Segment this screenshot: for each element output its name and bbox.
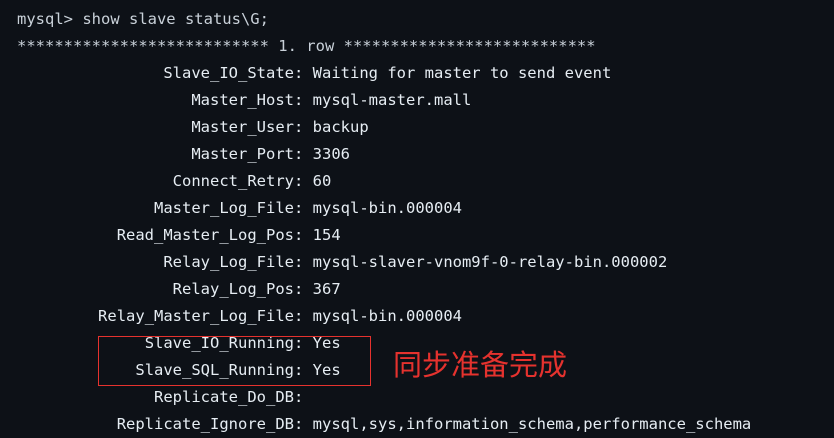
status-key: Read_Master_Log_Pos	[116, 226, 294, 244]
status-row-read-master-log-pos: Read_Master_Log_Pos: 154	[17, 222, 834, 249]
separator: :	[294, 388, 313, 406]
status-key: Slave_IO_State	[163, 64, 294, 82]
status-row-slave-io-state: Slave_IO_State: Waiting for master to se…	[17, 60, 834, 87]
status-key: Master_Host	[191, 91, 294, 109]
sync-ready-annotation: 同步准备完成	[393, 348, 568, 382]
status-row-relay-log-file: Relay_Log_File: mysql-slaver-vnom9f-0-re…	[17, 249, 834, 276]
status-row-replicate-ignore-db: Replicate_Ignore_DB: mysql,sys,informati…	[17, 411, 834, 438]
status-key: Replicate_Do_DB	[154, 388, 294, 406]
status-value: 367	[312, 280, 341, 298]
status-row-master-user: Master_User: backup	[17, 114, 834, 141]
separator: :	[294, 253, 313, 271]
status-row-connect-retry: Connect_Retry: 60	[17, 168, 834, 195]
status-value: Waiting for master to send event	[312, 64, 612, 82]
status-key: Relay_Log_Pos	[172, 280, 294, 298]
status-key: Replicate_Ignore_DB	[116, 415, 294, 433]
status-value: 154	[312, 226, 341, 244]
status-key: Master_User	[191, 118, 294, 136]
terminal-window[interactable]: mysql> show slave status\G; ************…	[0, 0, 834, 438]
status-value: mysql,sys,information_schema,performance…	[312, 415, 752, 433]
separator: :	[294, 199, 313, 217]
status-key: Connect_Retry	[172, 172, 294, 190]
separator: :	[294, 280, 313, 298]
status-row-replicate-do-db: Replicate_Do_DB:	[17, 384, 834, 411]
status-row-master-port: Master_Port: 3306	[17, 141, 834, 168]
status-value: mysql-master.mall	[312, 91, 472, 109]
command-line: mysql> show slave status\G;	[17, 10, 269, 28]
status-value: mysql-bin.000004	[312, 307, 462, 325]
status-value: mysql-bin.000004	[312, 199, 462, 217]
status-key: Relay_Log_File	[163, 253, 294, 271]
status-value: 3306	[312, 145, 350, 163]
status-row-relay-master-log-file: Relay_Master_Log_File: mysql-bin.000004	[17, 303, 834, 330]
status-row-master-log-file: Master_Log_File: mysql-bin.000004	[17, 195, 834, 222]
status-key: Master_Log_File	[154, 199, 294, 217]
separator: :	[294, 307, 313, 325]
status-value: mysql-slaver-vnom9f-0-relay-bin.000002	[312, 253, 668, 271]
status-value: backup	[312, 118, 369, 136]
separator: :	[294, 64, 313, 82]
separator: :	[294, 415, 313, 433]
status-row-master-host: Master_Host: mysql-master.mall	[17, 87, 834, 114]
separator: :	[294, 226, 313, 244]
status-row-relay-log-pos: Relay_Log_Pos: 367	[17, 276, 834, 303]
row-header: *************************** 1. row *****…	[17, 37, 596, 55]
separator: :	[294, 172, 313, 190]
separator: :	[294, 91, 313, 109]
separator: :	[294, 118, 313, 136]
status-key: Master_Port	[191, 145, 294, 163]
status-key: Relay_Master_Log_File	[98, 307, 294, 325]
status-value: 60	[312, 172, 332, 190]
separator: :	[294, 145, 313, 163]
running-status-highlight-box	[98, 336, 371, 386]
